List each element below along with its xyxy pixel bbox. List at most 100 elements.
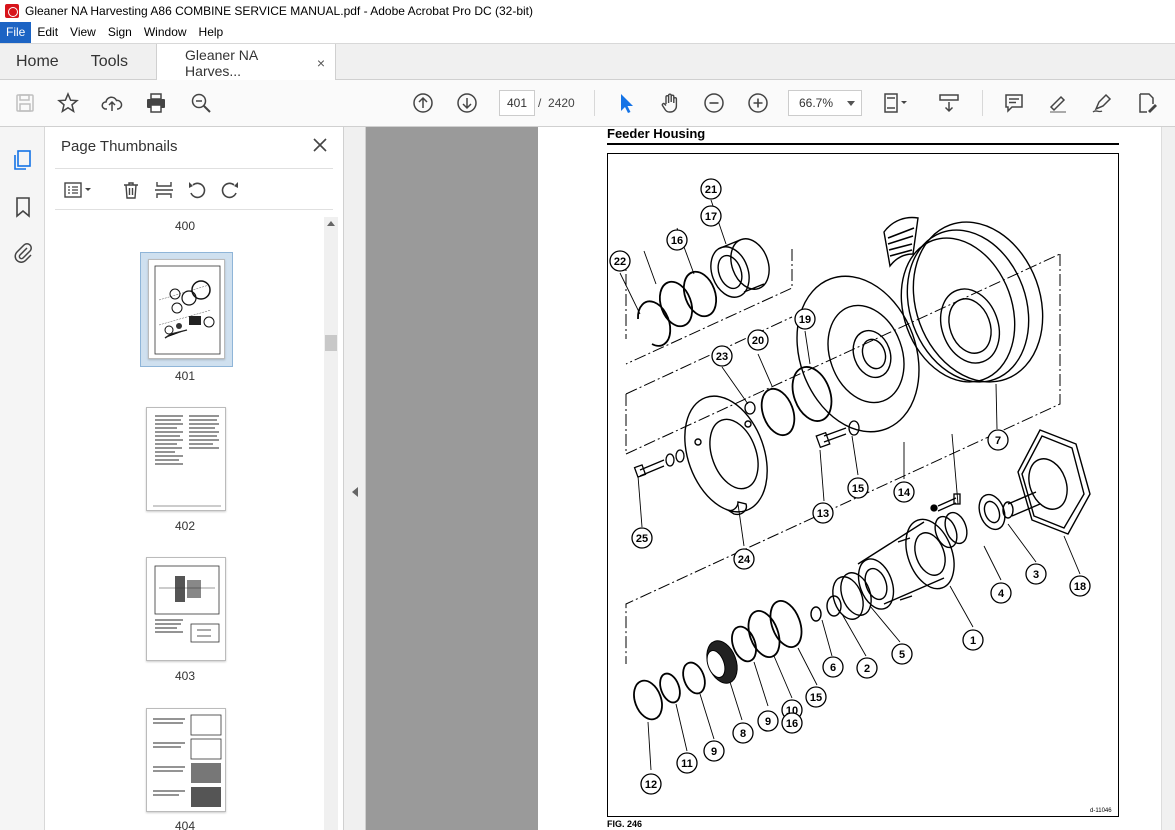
exploded-parts-diagram: 1234567899101112131415151616171819202122… [609, 178, 1091, 795]
window-title: Gleaner NA Harvesting A86 COMBINE SERVIC… [25, 4, 533, 18]
thumbnail-options-icon[interactable] [61, 179, 95, 201]
svg-text:9: 9 [765, 716, 771, 728]
svg-text:11: 11 [681, 758, 693, 770]
zoom-search-icon[interactable] [189, 91, 213, 115]
callout-21: 21 [700, 178, 722, 200]
svg-text:25: 25 [636, 533, 648, 545]
svg-text:9: 9 [711, 746, 717, 758]
svg-text:21: 21 [705, 184, 717, 196]
previous-page-icon[interactable] [411, 91, 435, 115]
thumbnails-scrollbar[interactable] [324, 217, 338, 830]
menu-view[interactable]: View [64, 22, 102, 43]
panel-title: Page Thumbnails [61, 138, 178, 155]
tab-tools[interactable]: Tools [75, 44, 144, 79]
callout-9: 9 [757, 710, 779, 732]
callout-4: 4 [990, 582, 1012, 604]
menu-file[interactable]: File [0, 22, 32, 43]
callout-9: 9 [703, 740, 725, 762]
upload-cloud-icon[interactable] [100, 91, 124, 115]
extract-page-icon[interactable] [152, 179, 176, 201]
toolbar [0, 80, 1175, 127]
thumbnail-page-402[interactable] [146, 407, 226, 511]
next-page-icon[interactable] [455, 91, 479, 115]
page-fit-icon[interactable] [880, 91, 910, 115]
sign-pen-icon[interactable] [1090, 91, 1114, 115]
tab-home[interactable]: Home [0, 44, 75, 79]
hand-tool-icon[interactable] [658, 91, 682, 115]
save-icon[interactable] [13, 91, 37, 115]
scroll-up-icon[interactable] [327, 221, 335, 226]
figure-label: FIG. 246 [607, 819, 643, 829]
document-tab-label: Gleaner NA Harves... [185, 46, 258, 79]
callout-7: 7 [987, 429, 1009, 451]
thumbnail-label-402: 402 [174, 519, 196, 533]
figure-id: d-11046 [1090, 808, 1112, 814]
panel-collapse-handle[interactable] [344, 127, 366, 830]
callout-17: 17 [700, 205, 722, 227]
svg-text:8: 8 [740, 728, 746, 740]
callout-15: 15 [847, 477, 869, 499]
callout-8: 8 [732, 722, 754, 744]
callout-19: 19 [794, 308, 816, 330]
callout-14: 14 [893, 481, 915, 503]
pdf-page: Feeder Housing 1 2 3 4 5 6 7 8 9 9 10 11… [538, 126, 1162, 830]
callout-5: 5 [891, 643, 913, 665]
callout-1: 1 [962, 629, 984, 651]
left-rail [0, 127, 45, 830]
callout-23: 23 [711, 345, 733, 367]
thumbnail-toolbar [55, 168, 333, 210]
svg-text:5: 5 [899, 649, 905, 661]
collapse-arrow-icon[interactable] [352, 487, 358, 497]
zoom-level-select[interactable]: 66.7% [788, 90, 862, 116]
callout-24: 24 [733, 548, 755, 570]
document-scrollbar[interactable] [1161, 127, 1175, 830]
svg-text:14: 14 [898, 487, 911, 499]
title-rule [607, 143, 1119, 145]
menu-sign[interactable]: Sign [102, 22, 138, 43]
page-thumbnails-icon[interactable] [10, 147, 36, 173]
thumbnail-label-400: 400 [174, 219, 196, 233]
attachments-paperclip-icon[interactable] [10, 239, 36, 265]
svg-text:3: 3 [1033, 569, 1039, 581]
select-cursor-icon[interactable] [614, 91, 638, 115]
comment-icon[interactable] [1002, 91, 1026, 115]
thumbnail-page-403[interactable] [146, 557, 226, 661]
highlight-pen-icon[interactable] [1046, 91, 1070, 115]
svg-text:19: 19 [799, 314, 811, 326]
page-number-input[interactable]: 401 [499, 90, 535, 116]
svg-text:7: 7 [995, 435, 1001, 447]
svg-text:20: 20 [752, 335, 764, 347]
close-panel-icon[interactable] [311, 136, 329, 154]
tab-document[interactable]: Gleaner NA Harves... × [156, 44, 337, 81]
close-tab-icon[interactable]: × [317, 55, 325, 71]
figure-frame: 1 2 3 4 5 6 7 8 9 9 10 11 12 13 14 15 15 16 16 17 18 19 20 21 22… [607, 153, 1119, 817]
page-count: / 2420 [538, 96, 575, 110]
share-edit-icon[interactable] [1134, 91, 1158, 115]
rotate-right-icon[interactable] [218, 179, 242, 201]
zoom-level-value: 66.7% [799, 96, 834, 110]
chevron-down-icon [847, 101, 855, 106]
document-viewport[interactable]: Feeder Housing 1 2 3 4 5 6 7 8 9 9 10 11… [366, 126, 1175, 830]
callout-6: 6 [822, 656, 844, 678]
menu-window[interactable]: Window [138, 22, 193, 43]
svg-text:16: 16 [786, 718, 798, 730]
rotate-left-icon[interactable] [185, 179, 209, 201]
print-icon[interactable] [144, 91, 168, 115]
scroll-mode-icon[interactable] [937, 91, 961, 115]
scrollbar-thumb[interactable] [325, 335, 337, 351]
callout-12: 12 [640, 773, 662, 795]
tab-bar: Home Tools Gleaner NA Harves... × [0, 43, 1175, 81]
zoom-in-icon[interactable] [746, 91, 770, 115]
bookmarks-icon[interactable] [10, 194, 36, 220]
thumbnail-page-404[interactable] [146, 708, 226, 812]
svg-text:2: 2 [864, 663, 870, 675]
menu-bar: File Edit View Sign Window Help [0, 22, 1175, 43]
zoom-out-icon[interactable] [702, 91, 726, 115]
delete-page-icon[interactable] [119, 179, 143, 201]
menu-help[interactable]: Help [193, 22, 230, 43]
bookmark-star-icon[interactable] [56, 91, 80, 115]
callout-11: 11 [676, 752, 698, 774]
thumbnail-page-401[interactable] [148, 259, 225, 359]
callout-15: 15 [805, 686, 827, 708]
menu-edit[interactable]: Edit [31, 22, 64, 43]
